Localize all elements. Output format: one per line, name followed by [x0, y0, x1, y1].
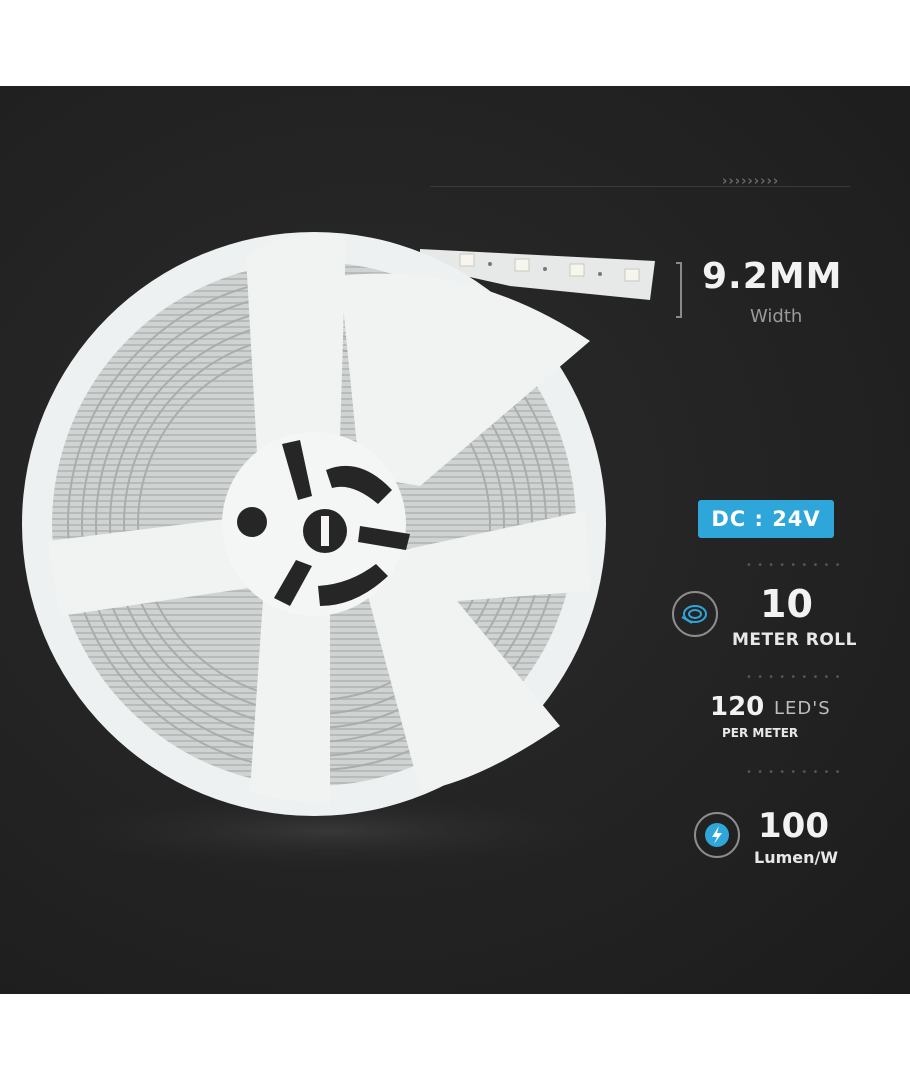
chevron-decoration: ››››››››› [722, 174, 780, 189]
separator-dots: • • • • • • • • • [746, 767, 842, 778]
voltage-badge: DC : 24V [698, 500, 834, 538]
per-meter-label: PER METER [722, 726, 799, 740]
roll-label: METER ROLL [732, 630, 857, 650]
roll-length: 10 [760, 582, 813, 626]
width-label: Width [750, 306, 803, 327]
product-panel: ››››››››› 9.2MM Width DC : 24V • • • • •… [0, 86, 910, 994]
separator-dots: • • • • • • • • • [746, 672, 842, 683]
efficiency-label: Lumen/W [754, 848, 838, 867]
width-bracket-icon [676, 262, 682, 318]
efficiency-value: 100 [758, 806, 829, 846]
divider-line [430, 186, 850, 187]
separator-dots: • • • • • • • • • [746, 560, 842, 571]
led-count: 120 [710, 692, 765, 722]
lightning-icon [694, 812, 740, 858]
reel-icon [672, 591, 718, 637]
width-value: 9.2MM [702, 256, 843, 297]
led-unit: LED'S [774, 698, 831, 719]
